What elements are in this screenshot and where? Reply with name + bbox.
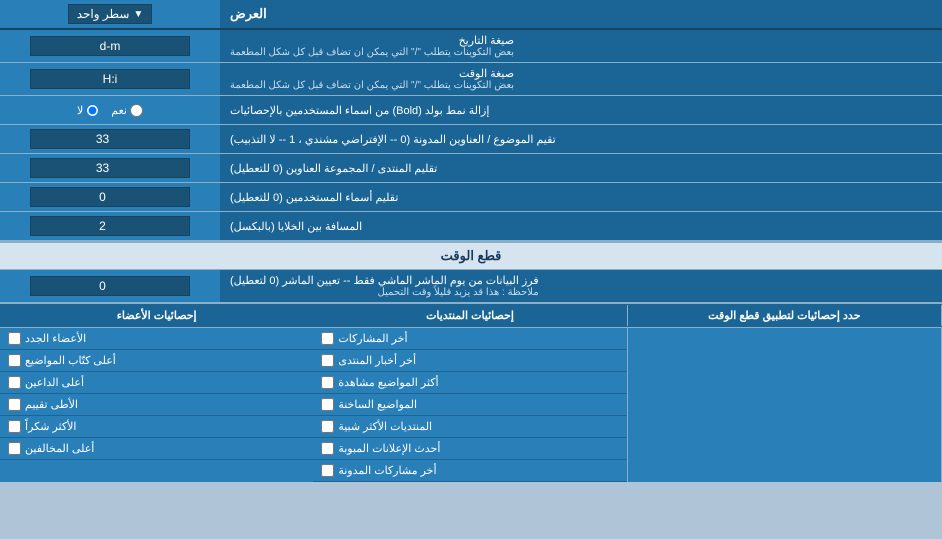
time-format-label: صيغة الوقت بعض التكوينات يتطلب "/" التي … <box>220 63 942 95</box>
topic-order-input[interactable] <box>30 129 190 149</box>
stats-post-item-5: المنتديات الأكثر شبية <box>313 416 626 438</box>
bold-remove-radio-container: نعم لا <box>0 96 220 124</box>
stats-member-label-4: الأطى تقييم <box>25 398 78 411</box>
topic-order-label: تقيم الموضوع / العناوين المدونة (0 -- ال… <box>220 125 942 153</box>
topic-order-input-container <box>0 125 220 153</box>
single-line-dropdown-container: ▼ سطر واحد <box>0 0 220 28</box>
bold-radio-yes-text: نعم <box>111 104 127 117</box>
stats-members-header: إحصائيات الأعضاء <box>0 305 313 326</box>
stats-post-check-5[interactable] <box>321 420 334 433</box>
stats-member-label-1: الأعضاء الجدد <box>25 332 86 345</box>
single-line-dropdown[interactable]: ▼ سطر واحد <box>68 4 153 24</box>
stats-post-check-1[interactable] <box>321 332 334 345</box>
dropdown-arrow-icon: ▼ <box>133 9 143 20</box>
stats-body: أخر المشاركات أخر أخبار المنتدى أكثر الم… <box>0 328 942 482</box>
stats-post-item-3: أكثر المواضيع مشاهدة <box>313 372 626 394</box>
user-names-input[interactable] <box>30 187 190 207</box>
stats-member-item-3: أعلى الداعين <box>0 372 313 394</box>
bold-radio-yes[interactable] <box>130 104 143 117</box>
stats-member-item-5: الأكثر شكراً <box>0 416 313 438</box>
date-format-sublabel: بعض التكوينات يتطلب "/" التي يمكن ان تضا… <box>230 47 514 58</box>
date-format-input-container <box>0 30 220 62</box>
time-cutoff-input-container <box>0 270 220 302</box>
stats-headers: حدد إحصائيات لتطبيق قطع الوقت إحصائيات ا… <box>0 304 942 328</box>
time-cutoff-note: ملاحظة : هذا قد يزيد قليلاً وقت التحميل <box>230 287 539 298</box>
stats-member-check-3[interactable] <box>8 376 21 389</box>
time-format-title: صيغة الوقت <box>230 67 514 80</box>
stats-post-item-6: أحدث الإعلانات المبوبة <box>313 438 626 460</box>
stats-member-check-1[interactable] <box>8 332 21 345</box>
stats-member-item-1: الأعضاء الجدد <box>0 328 313 350</box>
stats-member-label-6: أعلى المخالفين <box>25 442 94 455</box>
time-format-sublabel: بعض التكوينات يتطلب "/" التي يمكن ان تضا… <box>230 80 514 91</box>
stats-post-label-1: أخر المشاركات <box>338 332 407 345</box>
stats-member-check-5[interactable] <box>8 420 21 433</box>
stats-post-label-5: المنتديات الأكثر شبية <box>338 420 432 433</box>
time-format-input[interactable] <box>30 69 190 89</box>
time-cutoff-label: فرز البيانات من يوم الماشر الماشي فقط --… <box>220 270 942 302</box>
stats-posts-col: أخر المشاركات أخر أخبار المنتدى أكثر الم… <box>313 328 627 482</box>
stats-member-check-6[interactable] <box>8 442 21 455</box>
stats-member-label-2: أعلى كتّاب المواضيع <box>25 354 116 367</box>
forum-order-label: تقليم المنتدى / المجموعة العناوين (0 للت… <box>220 154 942 182</box>
stats-post-label-7: أخر مشاركات المدونة <box>338 464 436 477</box>
stats-post-check-6[interactable] <box>321 442 334 455</box>
bold-radio-no-text: لا <box>77 104 83 117</box>
user-names-input-container <box>0 183 220 211</box>
stats-member-check-4[interactable] <box>8 398 21 411</box>
stats-members-col: الأعضاء الجدد أعلى كتّاب المواضيع أعلى ا… <box>0 328 313 482</box>
forum-order-input[interactable] <box>30 158 190 178</box>
bold-radio-no-label[interactable]: لا <box>77 104 99 117</box>
stats-post-check-4[interactable] <box>321 398 334 411</box>
time-cutoff-main: فرز البيانات من يوم الماشر الماشي فقط --… <box>230 274 539 287</box>
stats-post-label-3: أكثر المواضيع مشاهدة <box>338 376 438 389</box>
cell-spacing-input-container <box>0 212 220 240</box>
bold-remove-label: إزالة نمط بولد (Bold) من اسماء المستخدمي… <box>220 96 942 124</box>
stats-member-check-2[interactable] <box>8 354 21 367</box>
cell-spacing-label: المسافة بين الخلايا (بالبكسل) <box>220 212 942 240</box>
stats-member-item-2: أعلى كتّاب المواضيع <box>0 350 313 372</box>
bold-radio-no[interactable] <box>86 104 99 117</box>
stats-post-item-2: أخر أخبار المنتدى <box>313 350 626 372</box>
stats-post-item-1: أخر المشاركات <box>313 328 626 350</box>
page-title: العرض <box>220 0 942 28</box>
stats-post-label-4: المواضيع الساخنة <box>338 398 417 411</box>
cell-spacing-input[interactable] <box>30 216 190 236</box>
stats-member-item-6: أعلى المخالفين <box>0 438 313 460</box>
stats-member-label-5: الأكثر شكراً <box>25 420 76 433</box>
stats-post-check-3[interactable] <box>321 376 334 389</box>
time-format-input-container <box>0 63 220 95</box>
stats-section: حدد إحصائيات لتطبيق قطع الوقت إحصائيات ا… <box>0 303 942 482</box>
stats-member-label-3: أعلى الداعين <box>25 376 84 389</box>
date-format-label: صيغة التاريخ بعض التكوينات يتطلب "/" الت… <box>220 30 942 62</box>
time-cutoff-input[interactable] <box>30 276 190 296</box>
stats-post-check-7[interactable] <box>321 464 334 477</box>
date-format-input[interactable] <box>30 36 190 56</box>
stats-limit-label: حدد إحصائيات لتطبيق قطع الوقت <box>628 305 942 326</box>
bold-radio-group: نعم لا <box>69 104 151 117</box>
stats-posts-header: إحصائيات المنتديات <box>313 305 627 326</box>
stats-post-label-6: أحدث الإعلانات المبوبة <box>338 442 440 455</box>
user-names-label: تقليم أسماء المستخدمين (0 للتعطيل) <box>220 183 942 211</box>
stats-post-label-2: أخر أخبار المنتدى <box>338 354 416 367</box>
bold-radio-yes-label[interactable]: نعم <box>111 104 143 117</box>
stats-limit-col <box>628 328 942 482</box>
forum-order-input-container <box>0 154 220 182</box>
date-format-title: صيغة التاريخ <box>230 34 514 47</box>
time-cutoff-header: قطع الوقت <box>0 241 942 270</box>
stats-post-check-2[interactable] <box>321 354 334 367</box>
stats-post-item-4: المواضيع الساخنة <box>313 394 626 416</box>
stats-member-item-4: الأطى تقييم <box>0 394 313 416</box>
stats-post-item-7: أخر مشاركات المدونة <box>313 460 626 482</box>
